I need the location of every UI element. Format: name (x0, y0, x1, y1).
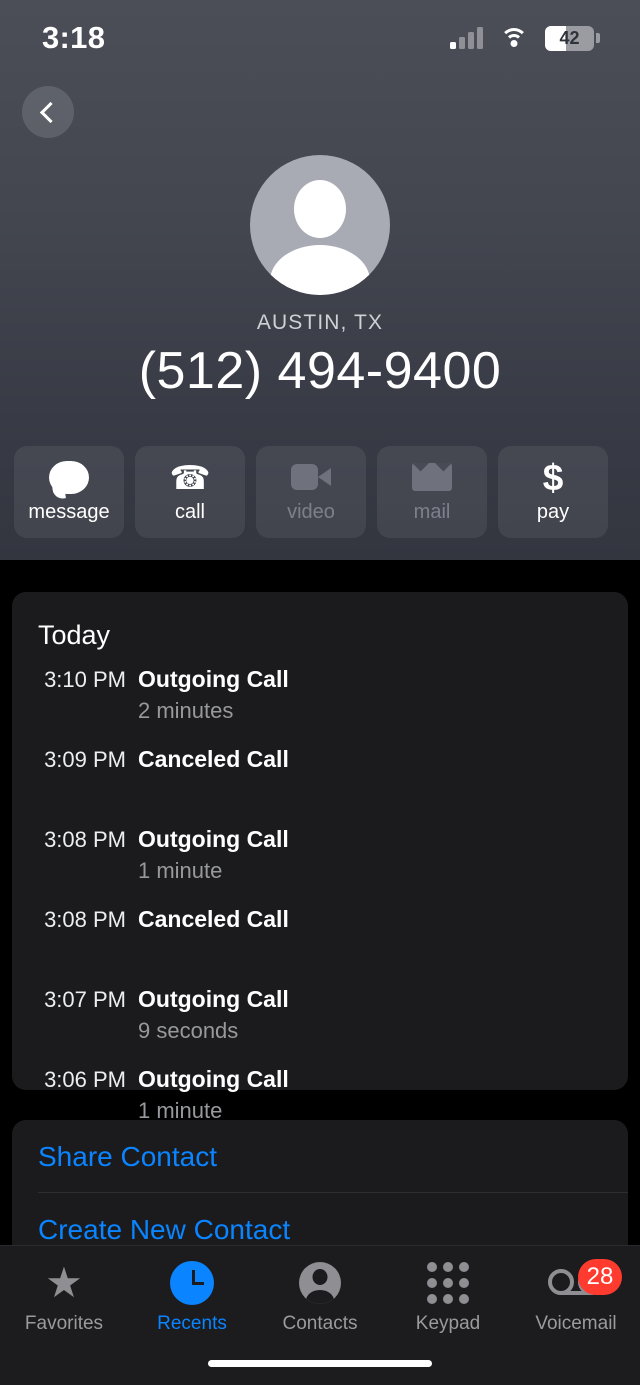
history-section-title: Today (38, 620, 111, 650)
clock-icon (170, 1260, 214, 1306)
mail-button[interactable]: mail (377, 446, 487, 538)
tab-bar: ★ Favorites Recents Contacts Keypad 28 V… (0, 1245, 640, 1385)
call-time: 3:08 PM (44, 907, 126, 932)
call-history-card: Today 3:10 PM Outgoing Call 2 minutes 3:… (12, 592, 628, 1123)
video-button[interactable]: video (256, 446, 366, 538)
tab-favorites[interactable]: ★ Favorites (0, 1260, 128, 1335)
tab-contacts[interactable]: Contacts (256, 1260, 384, 1335)
share-contact-button[interactable]: Share Contact (12, 1120, 628, 1193)
cellular-signal-icon (450, 27, 483, 49)
tab-keypad[interactable]: Keypad (384, 1260, 512, 1335)
battery-icon: 42 (545, 25, 600, 51)
quick-actions-row: message ☎ call video mail $ pay (14, 446, 608, 538)
message-bubble-icon (49, 460, 89, 500)
call-duration: 2 minutes (138, 698, 234, 723)
call-time: 3:10 PM (44, 667, 126, 692)
voicemail-icon: 28 (548, 1259, 622, 1306)
call-duration: 1 minute (138, 858, 223, 883)
call-duration: 9 seconds (138, 1018, 239, 1043)
battery-percent: 42 (559, 27, 580, 48)
tab-keypad-label: Keypad (415, 1313, 481, 1334)
call-type: Outgoing Call (138, 666, 289, 692)
call-time: 3:07 PM (44, 987, 126, 1012)
contact-city: AUSTIN, TX (256, 311, 384, 334)
message-button-label: message (28, 501, 110, 523)
avatar (250, 155, 390, 295)
call-type: Outgoing Call (138, 986, 289, 1012)
contact-phone-number: (512) 494-9400 (138, 342, 502, 400)
back-button[interactable] (22, 86, 74, 138)
call-history-list: 3:10 PM Outgoing Call 2 minutes 3:09 PM … (12, 664, 628, 1144)
status-time: 3:18 (42, 20, 106, 55)
call-button[interactable]: ☎ call (135, 446, 245, 538)
phone-handset-icon: ☎ (169, 458, 211, 496)
call-type: Outgoing Call (138, 826, 289, 852)
call-type: Canceled Call (138, 906, 289, 932)
call-time: 3:08 PM (44, 827, 126, 852)
video-camera-icon (291, 460, 331, 494)
mail-button-label: mail (413, 501, 451, 523)
create-new-contact-label: Create New Contact (38, 1213, 291, 1245)
call-time: 3:06 PM (44, 1067, 126, 1092)
table-row[interactable]: 3:08 PM Canceled Call (12, 904, 628, 984)
table-row[interactable]: 3:08 PM Outgoing Call 1 minute (12, 824, 628, 904)
table-row[interactable]: 3:10 PM Outgoing Call 2 minutes (12, 664, 628, 744)
contact-header: 3:18 42 AUSTIN, TX (512) 494-9400 messag… (0, 0, 640, 560)
status-badge: 28 (578, 1259, 622, 1295)
wifi-icon (500, 27, 528, 49)
star-icon: ★ (45, 1259, 83, 1306)
status-indicators: 42 (450, 25, 600, 51)
call-type: Canceled Call (138, 746, 289, 772)
video-button-label: video (287, 501, 335, 523)
pay-button[interactable]: $ pay (498, 446, 608, 538)
table-row[interactable]: 3:09 PM Canceled Call (12, 744, 628, 824)
tab-favorites-label: Favorites (24, 1313, 104, 1334)
table-row[interactable]: 3:07 PM Outgoing Call 9 seconds (12, 984, 628, 1064)
status-bar: 3:18 42 (0, 0, 640, 76)
message-button[interactable]: message (14, 446, 124, 538)
phone-screen: 3:18 42 AUSTIN, TX (512) 494-9400 messag… (0, 0, 640, 1385)
tab-voicemail[interactable]: 28 Voicemail (512, 1259, 640, 1335)
tab-contacts-label: Contacts (282, 1313, 358, 1334)
home-indicator[interactable] (208, 1360, 432, 1367)
call-button-label: call (174, 501, 205, 523)
tab-recents-label: Recents (157, 1313, 227, 1334)
person-icon (299, 1260, 341, 1306)
envelope-icon (412, 460, 452, 494)
chevron-left-icon (39, 101, 62, 123)
call-time: 3:09 PM (44, 747, 126, 772)
share-contact-label: Share Contact (38, 1140, 217, 1172)
keypad-icon (427, 1260, 469, 1306)
call-type: Outgoing Call (138, 1066, 289, 1092)
pay-button-label: pay (536, 501, 570, 523)
tab-voicemail-label: Voicemail (535, 1313, 617, 1334)
dollar-sign-icon: $ (542, 456, 564, 498)
tab-recents[interactable]: Recents (128, 1260, 256, 1335)
